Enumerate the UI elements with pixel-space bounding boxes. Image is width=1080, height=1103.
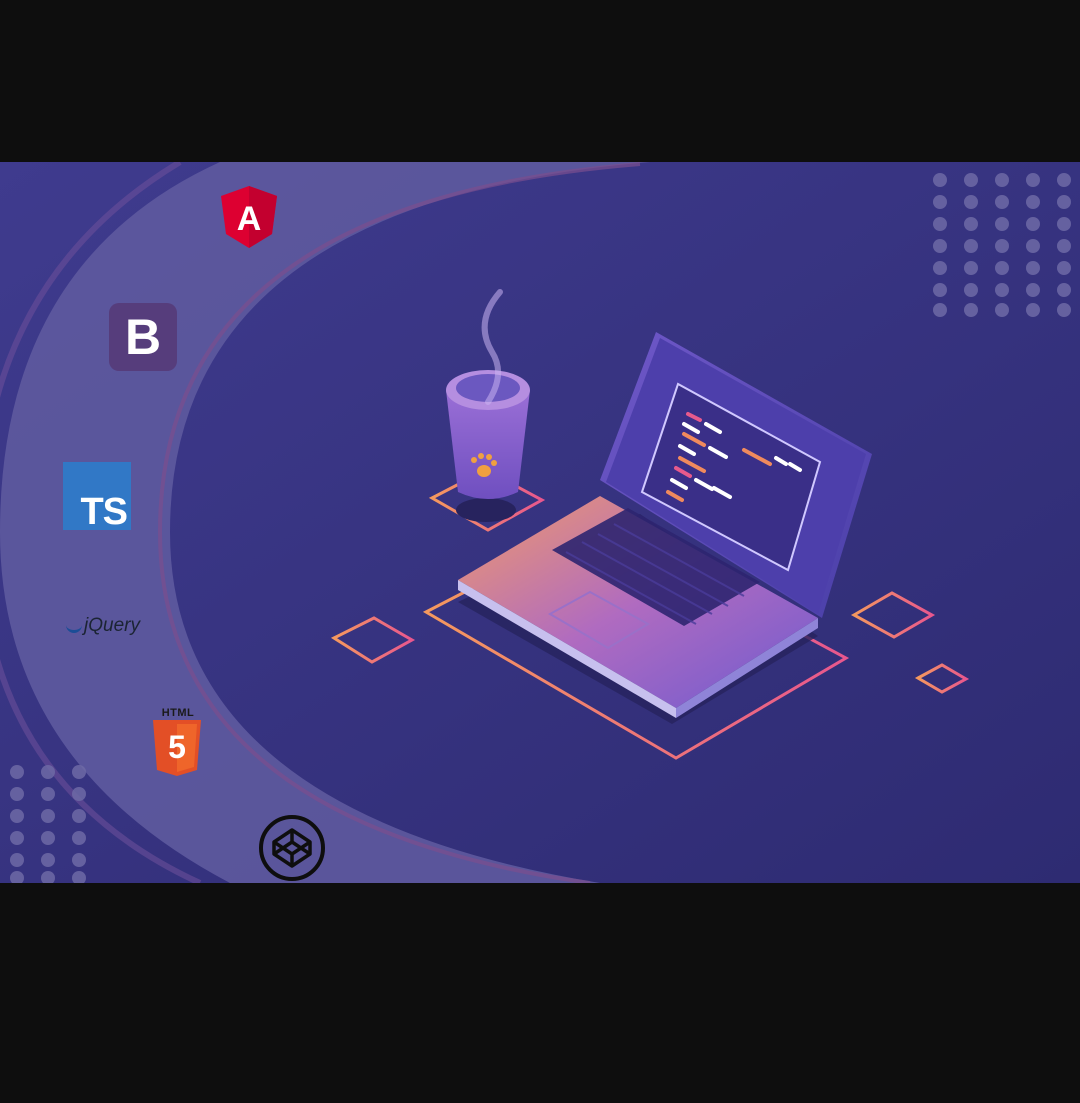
bootstrap-logo-icon: B (109, 303, 177, 371)
banner-background: A 5 (0, 162, 1080, 883)
jquery-text: jQuery (84, 615, 140, 636)
image-frame: A 5 B TS jQuery HTML (0, 0, 1080, 1103)
html5-logo-icon: 5 (153, 720, 201, 776)
svg-text:5: 5 (168, 729, 186, 765)
typescript-text: TS (80, 491, 128, 533)
bootstrap-letter: B (124, 309, 162, 365)
jquery-swirl-icon (66, 620, 82, 633)
typescript-logo-icon: TS (63, 462, 131, 533)
html5-label: HTML (161, 707, 195, 719)
banner-illustration: A 5 B TS jQuery HTML (0, 162, 1080, 883)
svg-text:A: A (237, 200, 262, 238)
jquery-logo-icon: jQuery (66, 614, 156, 638)
